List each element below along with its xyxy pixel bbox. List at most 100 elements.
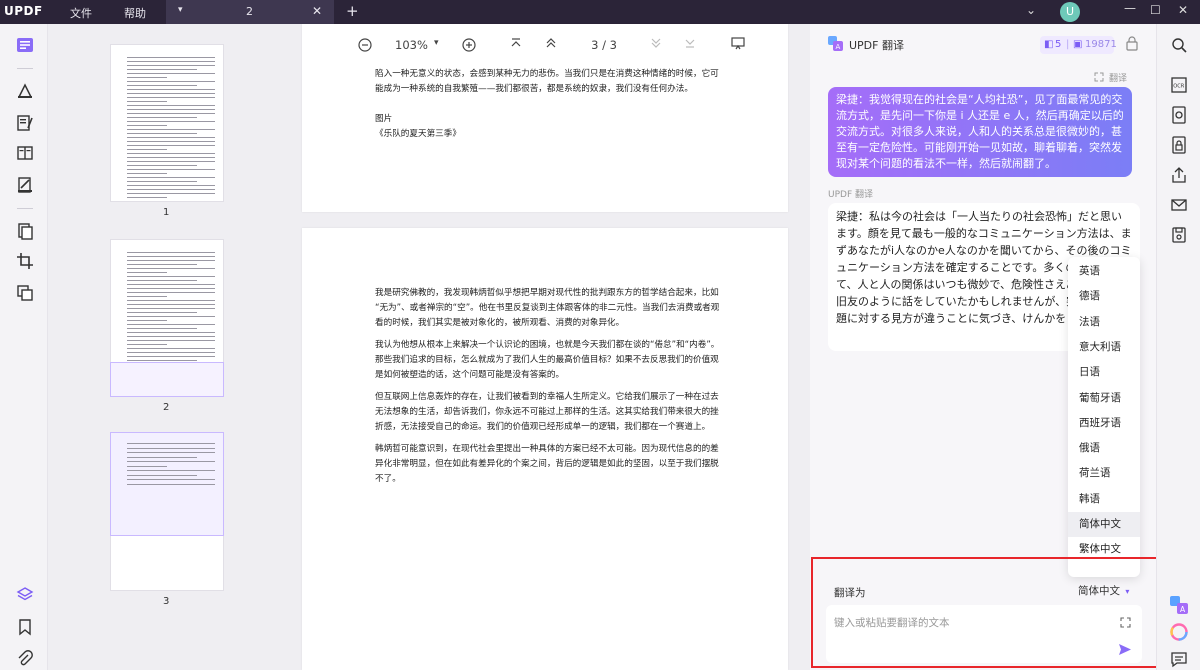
language-option[interactable]: 简体中文 (1068, 512, 1140, 537)
thumbnail-text-line (127, 193, 215, 194)
thumbnail-text-line (127, 197, 167, 198)
chevron-down-icon[interactable]: ⌄ (1026, 3, 1036, 17)
thumbnail-text-line (127, 332, 215, 333)
language-option[interactable]: 法语 (1068, 310, 1140, 335)
bookmark-icon[interactable] (16, 618, 34, 636)
menu-file[interactable]: 文件 (70, 5, 92, 21)
menu-help[interactable]: 帮助 (124, 5, 146, 21)
thumbnail-text-line (127, 173, 167, 174)
close-window-icon[interactable]: ✕ (1178, 3, 1188, 17)
current-page[interactable]: 3 (591, 38, 598, 52)
zoom-level[interactable]: 103% (395, 38, 428, 52)
thumbnail-text-line (127, 447, 215, 449)
translate-logo-icon: A (828, 36, 843, 51)
next-page-icon[interactable] (650, 37, 662, 49)
zoom-dropdown-icon[interactable]: ▾ (434, 38, 439, 48)
left-toolbar (0, 24, 48, 670)
text-line: 是如何被塑造的话，这个问题可能是没有答案的。 (375, 370, 565, 380)
thumbnail-text-line (127, 296, 167, 297)
search-icon[interactable] (1170, 36, 1188, 54)
thumbnail-text-line (127, 252, 215, 253)
zoom-in-icon[interactable] (462, 38, 476, 52)
pdf-page-3: 我是研究佛教的，我发现韩炳哲似乎想把早期对现代性的批判跟东方的哲学结合起来，比如… (302, 228, 788, 670)
language-option[interactable]: 韩语 (1068, 487, 1140, 512)
text-line: 看的时候，我们其实是被对象化的，被所观看、消费的对象异化。 (375, 318, 625, 328)
thumbnail-text-line (127, 461, 215, 462)
tab-close-icon[interactable]: ✕ (312, 4, 322, 18)
convert-icon[interactable] (1170, 106, 1188, 124)
thumbnail-text-line (127, 352, 215, 353)
thumbnail-text-line (127, 474, 197, 476)
layers-icon[interactable] (16, 586, 34, 604)
lock-icon[interactable] (1126, 36, 1138, 51)
share-icon[interactable] (1170, 166, 1188, 184)
text-line: “无为”、或者禅宗的“空”。他在书里反复谈到主体跟客体的非二元性。当我们去消费或… (375, 303, 720, 313)
previous-page-icon[interactable] (545, 37, 557, 49)
panel-title: UPDF 翻译 (849, 39, 904, 52)
thumbnail-label: 1 (163, 207, 170, 218)
page-layout-icon[interactable] (16, 144, 34, 162)
convert-icon[interactable] (16, 284, 34, 302)
credit-count: 5 (1055, 39, 1062, 50)
language-option[interactable]: 英语 (1068, 259, 1140, 284)
expand-icon[interactable] (1094, 72, 1104, 82)
thumbnail-text-line (127, 117, 197, 118)
language-option[interactable]: 俄语 (1068, 436, 1140, 461)
organize-pages-icon[interactable] (16, 222, 34, 240)
crop-icon[interactable] (16, 252, 34, 270)
fill-sign-icon[interactable] (16, 176, 34, 194)
thumbnail-page-1[interactable] (110, 44, 224, 202)
attachment-icon[interactable] (16, 650, 34, 668)
new-tab-icon[interactable]: + (346, 2, 359, 20)
text-line: 但互联网上信息轰炸的存在，让我们被看到的幸福人生所定义。它给我们展示了一种在过去 (375, 392, 719, 402)
protect-icon[interactable] (1170, 136, 1188, 154)
ocr-icon[interactable]: OCR (1170, 76, 1188, 94)
language-option[interactable]: 意大利语 (1068, 335, 1140, 360)
credits-badge[interactable]: ◧ 5 | ▣ 19871 (1040, 36, 1117, 54)
svg-text:OCR: OCR (1173, 84, 1184, 90)
document-tab[interactable]: ▾ 2 ✕ (166, 0, 334, 24)
thumbnail-text-line (127, 360, 197, 361)
avatar[interactable]: U (1060, 2, 1080, 22)
text-line: 能成为一种系统的自我繁殖——我们都很苦，都是系统的奴隶，我们没有任何办法。 (375, 84, 693, 94)
svg-text:A: A (1180, 605, 1186, 614)
presentation-icon[interactable] (731, 37, 745, 50)
thumbnail-panel: 1 2 3 (48, 24, 288, 670)
thumbnail-label: 3 (163, 596, 170, 607)
minimize-icon[interactable]: — (1124, 1, 1136, 15)
reader-icon[interactable] (16, 36, 34, 54)
thumbnail-page-3[interactable] (110, 432, 224, 536)
mail-icon[interactable] (1170, 196, 1188, 214)
app-logo: UPDF (4, 4, 43, 18)
tab-dropdown-icon[interactable]: ▾ (178, 5, 183, 15)
thumbnail-text-line (127, 125, 167, 126)
ai-translate-icon[interactable]: A (1170, 596, 1188, 614)
language-option[interactable]: 日语 (1068, 360, 1140, 385)
language-option[interactable]: 西班牙语 (1068, 411, 1140, 436)
edit-text-icon[interactable] (16, 114, 34, 132)
updf-ai-icon[interactable] (1170, 623, 1188, 641)
zoom-out-icon[interactable] (358, 38, 372, 52)
thumbnail-text-line (127, 157, 215, 158)
language-option[interactable]: 荷兰语 (1068, 461, 1140, 486)
thumbnail-text-line (127, 185, 215, 186)
page-number-field[interactable]: 3 / 3 (576, 34, 632, 56)
save-icon[interactable] (1170, 226, 1188, 244)
chat-icon[interactable] (1170, 650, 1188, 668)
thumbnail-page-2[interactable] (110, 239, 224, 397)
thumbnail-text-line (127, 165, 197, 166)
thumbnail-text-line (127, 145, 215, 146)
thumbnail-text-line (127, 153, 215, 154)
thumbnail-text-line (127, 288, 215, 289)
thumbnail-text-line (127, 284, 215, 285)
thumbnail-text-line (127, 483, 215, 485)
thumbnail-text-line (127, 260, 215, 261)
maximize-icon[interactable]: ☐ (1150, 3, 1161, 17)
thumbnail-text-line (127, 292, 215, 293)
language-option[interactable]: 葡萄牙语 (1068, 386, 1140, 411)
language-option[interactable]: 德语 (1068, 284, 1140, 309)
comment-icon[interactable] (16, 82, 34, 100)
last-page-icon[interactable] (684, 37, 696, 49)
first-page-icon[interactable] (510, 37, 522, 49)
text-line: 无法想象的生活，却告诉我们，你永远不可能过上那样的生活。这其实给我们带来很大的挫 (375, 407, 719, 417)
